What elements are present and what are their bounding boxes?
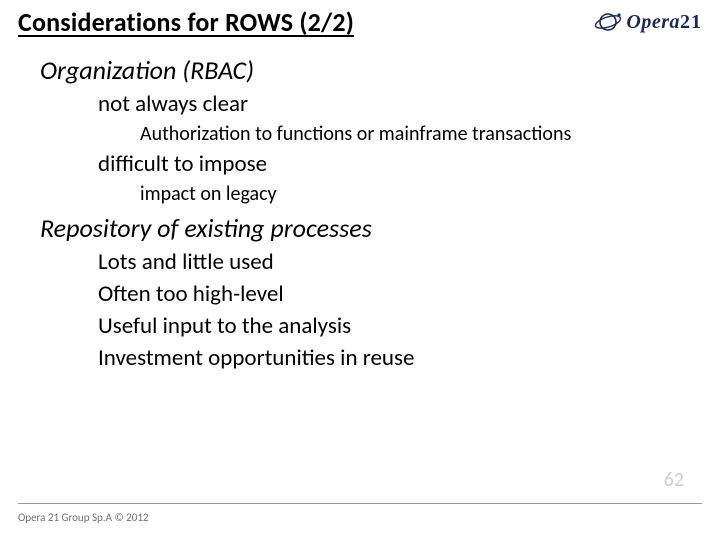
page-number: 62 <box>664 468 684 492</box>
logo-suffix: 21 <box>680 11 702 33</box>
bullet-difficult-to-impose: difficult to impose <box>98 150 690 178</box>
subbullet-impact-legacy: impact on legacy <box>140 182 690 206</box>
slide: Considerations for ROWS (2/2) Opera21 Or… <box>0 0 720 540</box>
planet-icon <box>594 8 622 36</box>
bullet-too-high-level: Often too high-level <box>98 280 690 308</box>
footer-text: Opera 21 Group Sp.A © 2012 <box>18 511 148 524</box>
section-repository: Repository of existing processes Lots an… <box>40 212 690 372</box>
bullet-investment-reuse: Investment opportunities in reuse <box>98 344 690 372</box>
title-row: Considerations for ROWS (2/2) Opera21 <box>18 6 702 38</box>
bullet-not-always-clear: not always clear <box>98 90 690 118</box>
subbullet-authorization: Authorization to functions or mainframe … <box>140 122 690 146</box>
section-heading: Organization (RBAC) <box>40 54 690 86</box>
logo-text: Opera21 <box>626 11 702 34</box>
section-organization: Organization (RBAC) not always clear Aut… <box>40 54 690 206</box>
content: Organization (RBAC) not always clear Aut… <box>40 48 690 372</box>
bullet-useful-input: Useful input to the analysis <box>98 312 690 340</box>
bullet-lots-little-used: Lots and little used <box>98 248 690 276</box>
section-heading: Repository of existing processes <box>40 212 690 244</box>
slide-title: Considerations for ROWS (2/2) <box>18 6 354 38</box>
brand-logo: Opera21 <box>594 8 702 36</box>
footer-rule <box>18 503 702 504</box>
logo-brand: Opera <box>626 11 680 33</box>
